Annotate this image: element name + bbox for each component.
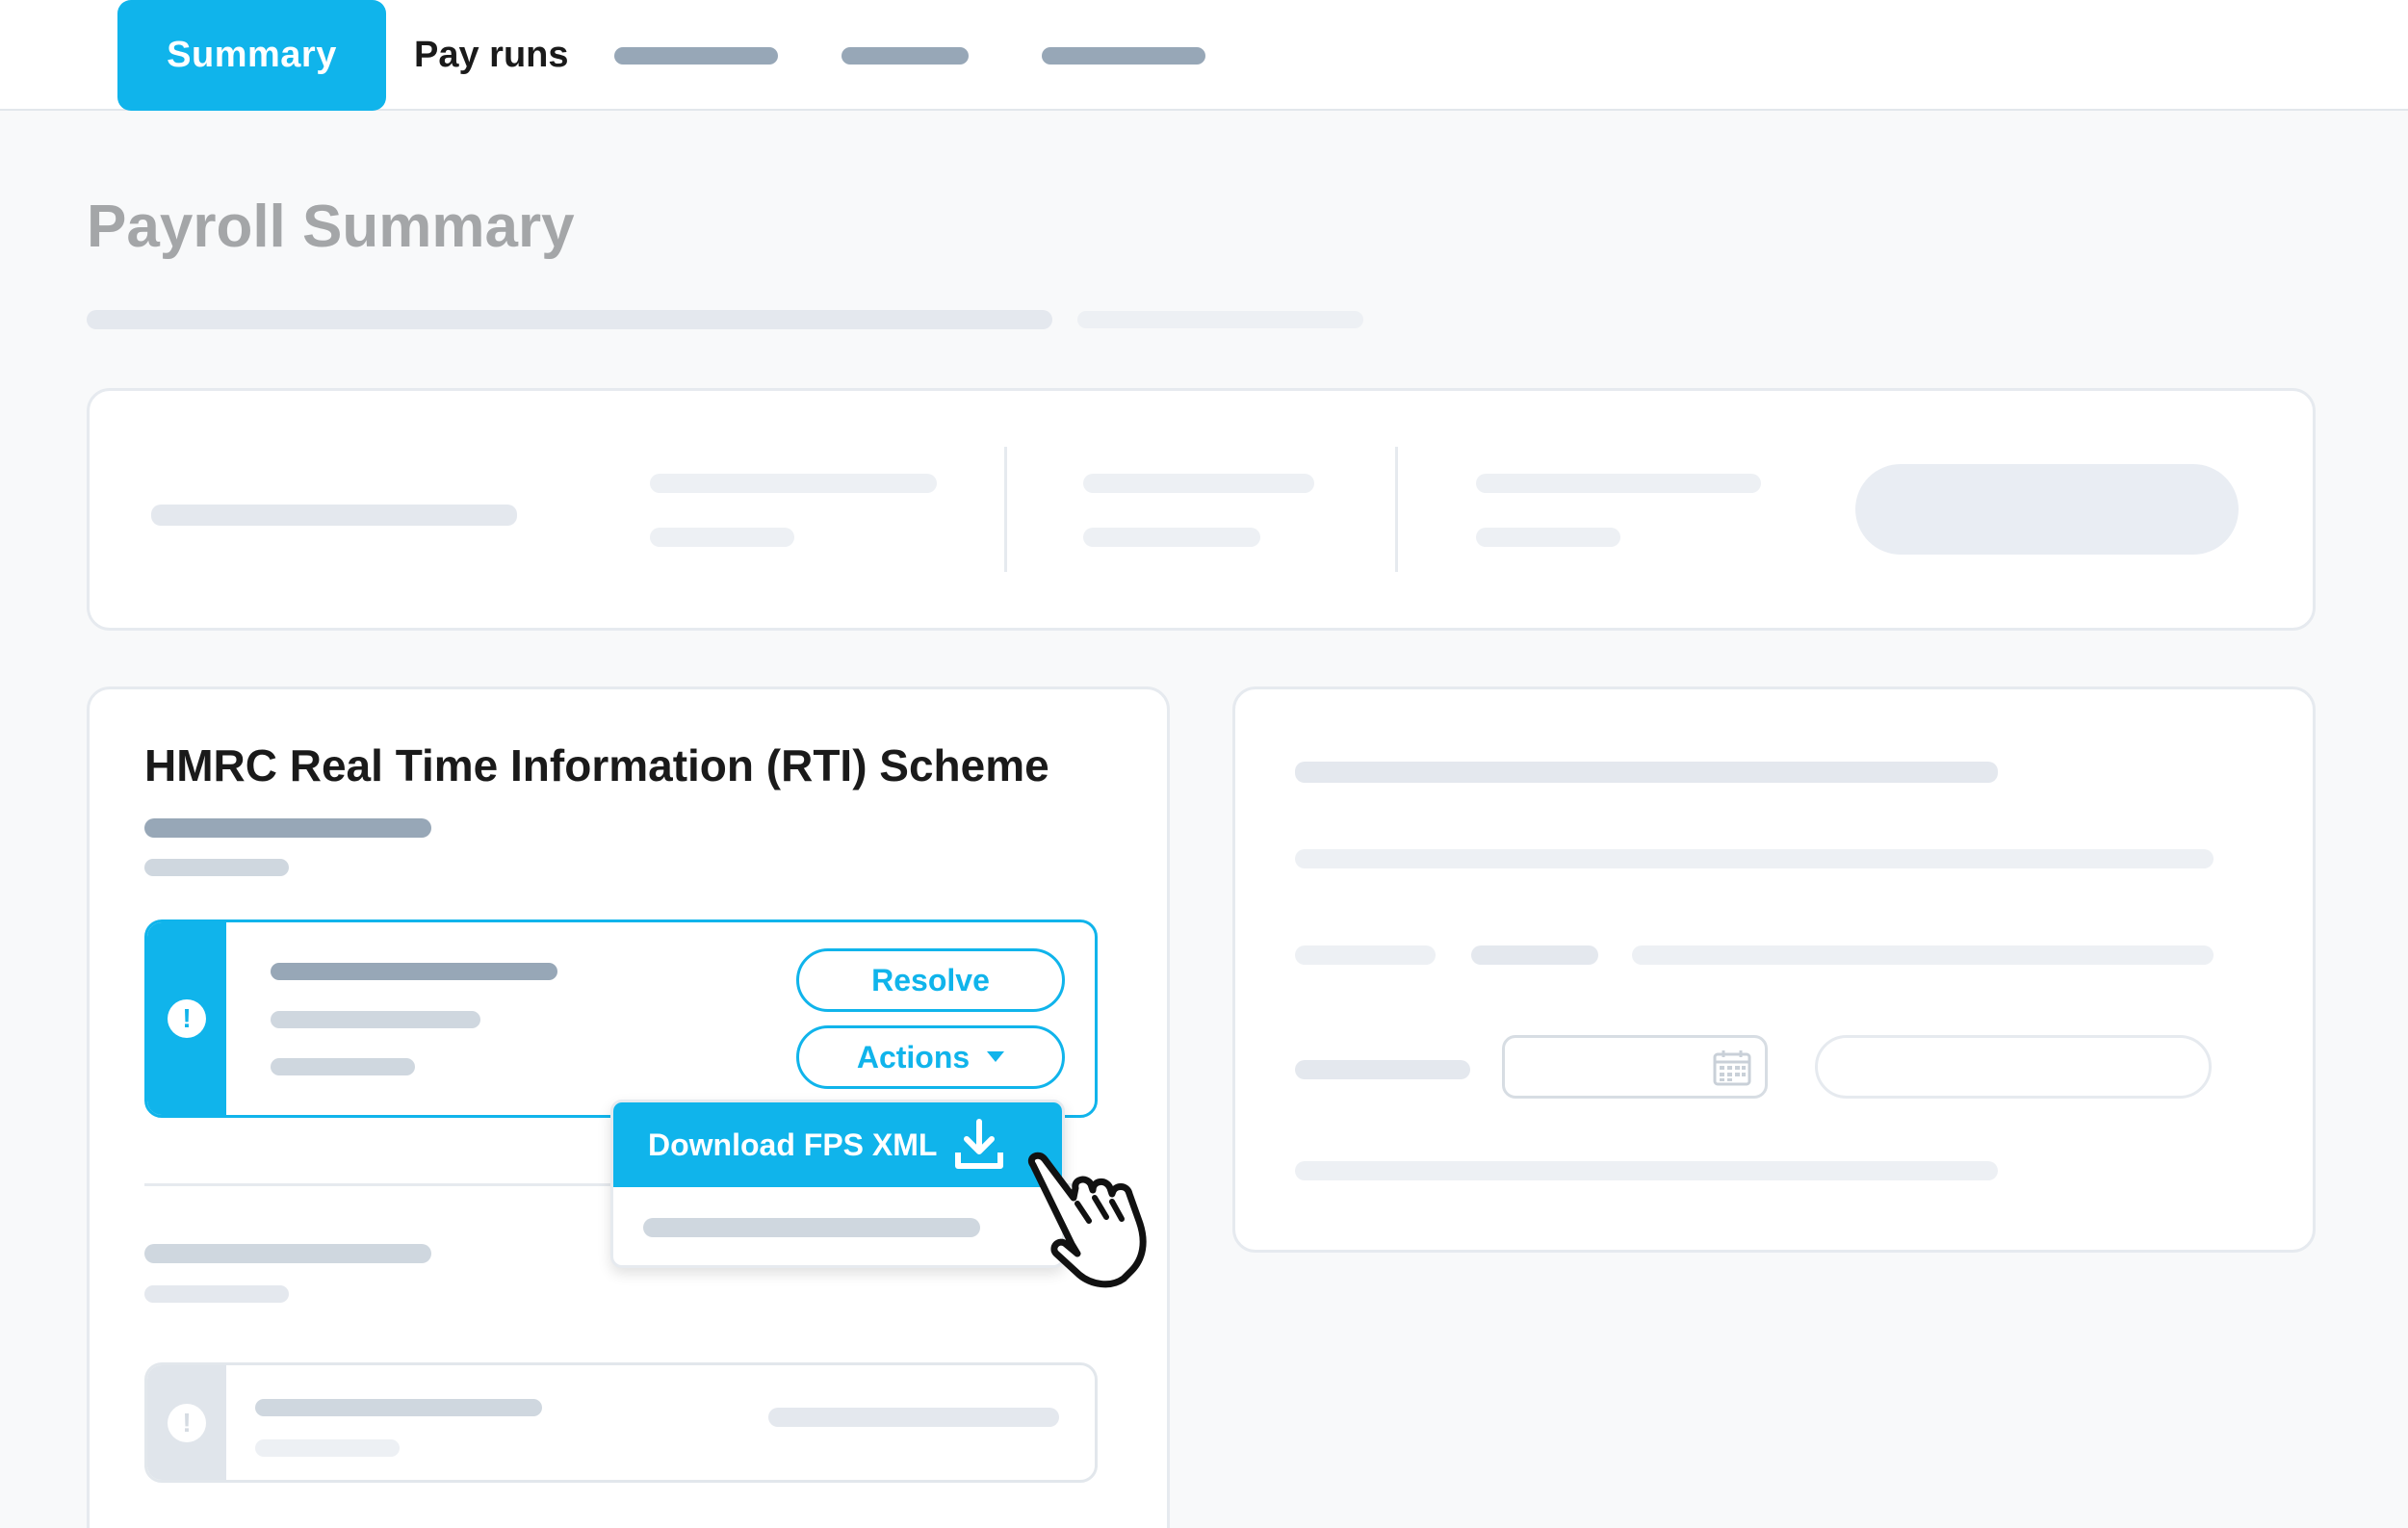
stat-value-placeholder	[650, 528, 794, 547]
caret-down-icon	[987, 1051, 1005, 1062]
stat-label-placeholder	[1083, 474, 1314, 493]
alert-text-placeholder	[271, 1011, 480, 1028]
download-icon	[955, 1119, 1003, 1169]
tab-placeholder[interactable]	[842, 47, 969, 65]
actions-dropdown: Download FPS XML	[610, 1100, 1065, 1268]
alert-stripe: !	[147, 1365, 226, 1480]
calendar-icon	[1713, 1050, 1751, 1086]
pointer-hand-cursor-icon	[1028, 1152, 1147, 1288]
divider	[1004, 447, 1007, 572]
primary-button-placeholder[interactable]	[1855, 464, 2239, 555]
details-footer-placeholder	[1295, 1161, 1998, 1180]
tab-pay-runs[interactable]: Pay runs	[414, 0, 569, 111]
tab-summary[interactable]: Summary	[117, 0, 386, 111]
alert-text-placeholder	[255, 1439, 400, 1457]
divider	[1395, 447, 1398, 572]
alert-action-placeholder[interactable]	[768, 1408, 1059, 1427]
details-card	[1232, 686, 2316, 1253]
subtitle-placeholder	[87, 310, 1052, 329]
download-fps-xml-label: Download FPS XML	[648, 1127, 938, 1162]
top-nav: Summary Pay runs	[0, 0, 2408, 111]
section-title-placeholder	[144, 1244, 431, 1263]
stat-value-placeholder	[1476, 528, 1620, 547]
resolve-button-label: Resolve	[871, 962, 990, 997]
alert-text-placeholder	[271, 1058, 415, 1075]
rti-alert-secondary: !	[144, 1362, 1098, 1483]
tab-placeholder[interactable]	[614, 47, 778, 65]
details-line-placeholder	[1632, 945, 2214, 965]
section-meta-placeholder	[144, 1285, 289, 1303]
stat-label-placeholder	[650, 474, 937, 493]
download-fps-xml-item[interactable]: Download FPS XML	[613, 1102, 1062, 1187]
summary-stats-card	[87, 388, 2316, 631]
alert-icon-glyph: !	[182, 1408, 192, 1437]
exclamation-circle-icon: !	[168, 999, 206, 1038]
alert-title-placeholder	[255, 1399, 542, 1416]
text-input[interactable]	[1815, 1035, 2212, 1099]
details-tag-placeholder	[1295, 945, 1436, 965]
details-line-placeholder	[1295, 849, 2214, 868]
page-title: Payroll Summary	[87, 194, 575, 260]
stat-value-placeholder	[1083, 528, 1260, 547]
date-label-placeholder	[1295, 1060, 1470, 1079]
actions-button-label: Actions	[856, 1039, 971, 1075]
stat-label-placeholder	[1476, 474, 1761, 493]
tab-placeholder[interactable]	[1042, 47, 1205, 65]
actions-button[interactable]: Actions	[796, 1025, 1065, 1089]
rti-card-title: HMRC Real Time Information (RTI) Scheme	[144, 740, 1049, 790]
exclamation-circle-icon: !	[168, 1404, 206, 1442]
subtitle-placeholder	[1077, 311, 1363, 328]
details-tag-placeholder	[1471, 945, 1598, 965]
alert-stripe: !	[147, 922, 226, 1115]
dropdown-item-placeholder[interactable]	[643, 1218, 980, 1237]
stat-label-placeholder	[151, 505, 517, 526]
details-title-placeholder	[1295, 762, 1998, 783]
rti-subtitle-placeholder	[144, 818, 431, 838]
alert-title-placeholder	[271, 963, 557, 980]
date-input[interactable]	[1502, 1035, 1768, 1099]
alert-icon-glyph: !	[182, 1003, 192, 1033]
rti-meta-placeholder	[144, 859, 289, 876]
resolve-button[interactable]: Resolve	[796, 948, 1065, 1012]
